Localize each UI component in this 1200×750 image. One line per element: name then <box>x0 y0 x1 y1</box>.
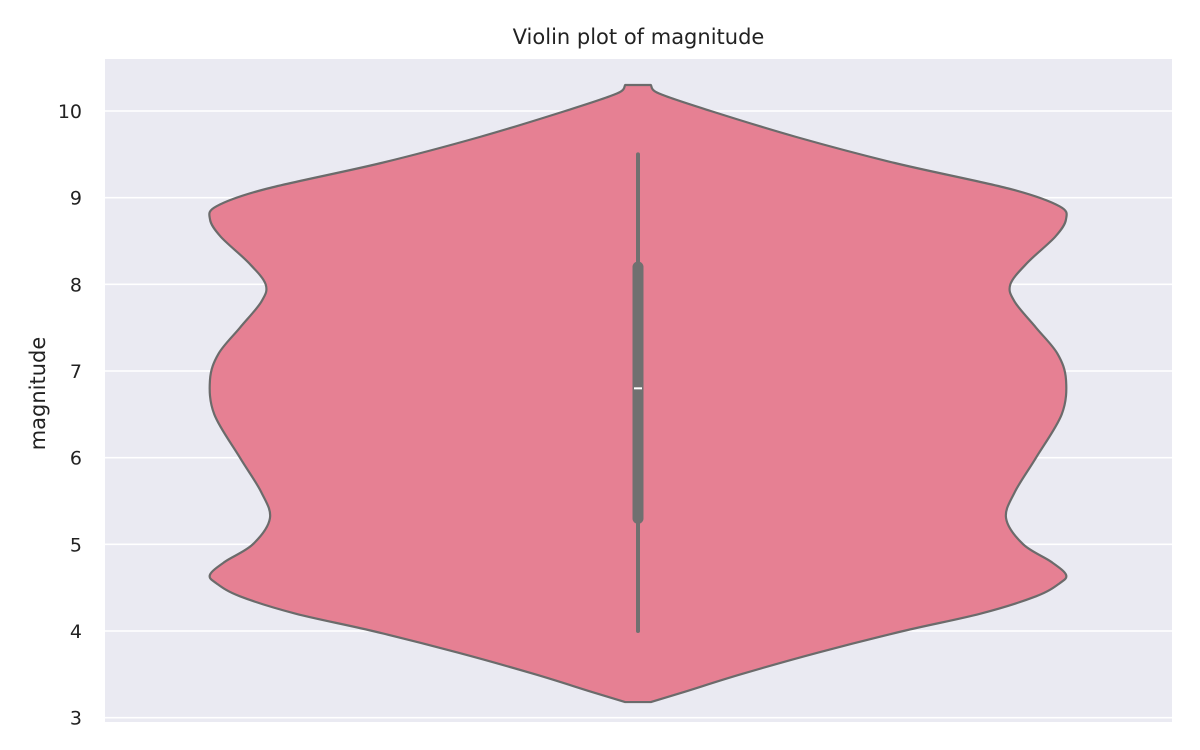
y-tick-label: 4 <box>70 621 82 643</box>
y-tick-label: 5 <box>70 534 82 556</box>
y-axis-label: magnitude <box>26 337 50 451</box>
y-tick-labels: 3 4 5 6 7 8 9 10 <box>58 101 82 730</box>
y-tick-label: 6 <box>70 448 82 470</box>
y-tick-label: 10 <box>58 101 82 123</box>
violin-chart: 3 4 5 6 7 8 9 10 Violin plot of magnitude magni… <box>26 25 1172 730</box>
chart-title: Violin plot of magnitude <box>513 25 765 49</box>
y-tick-label: 3 <box>70 708 82 730</box>
y-tick-label: 8 <box>70 274 82 296</box>
y-tick-label: 9 <box>70 188 82 210</box>
y-tick-label: 7 <box>70 361 82 383</box>
